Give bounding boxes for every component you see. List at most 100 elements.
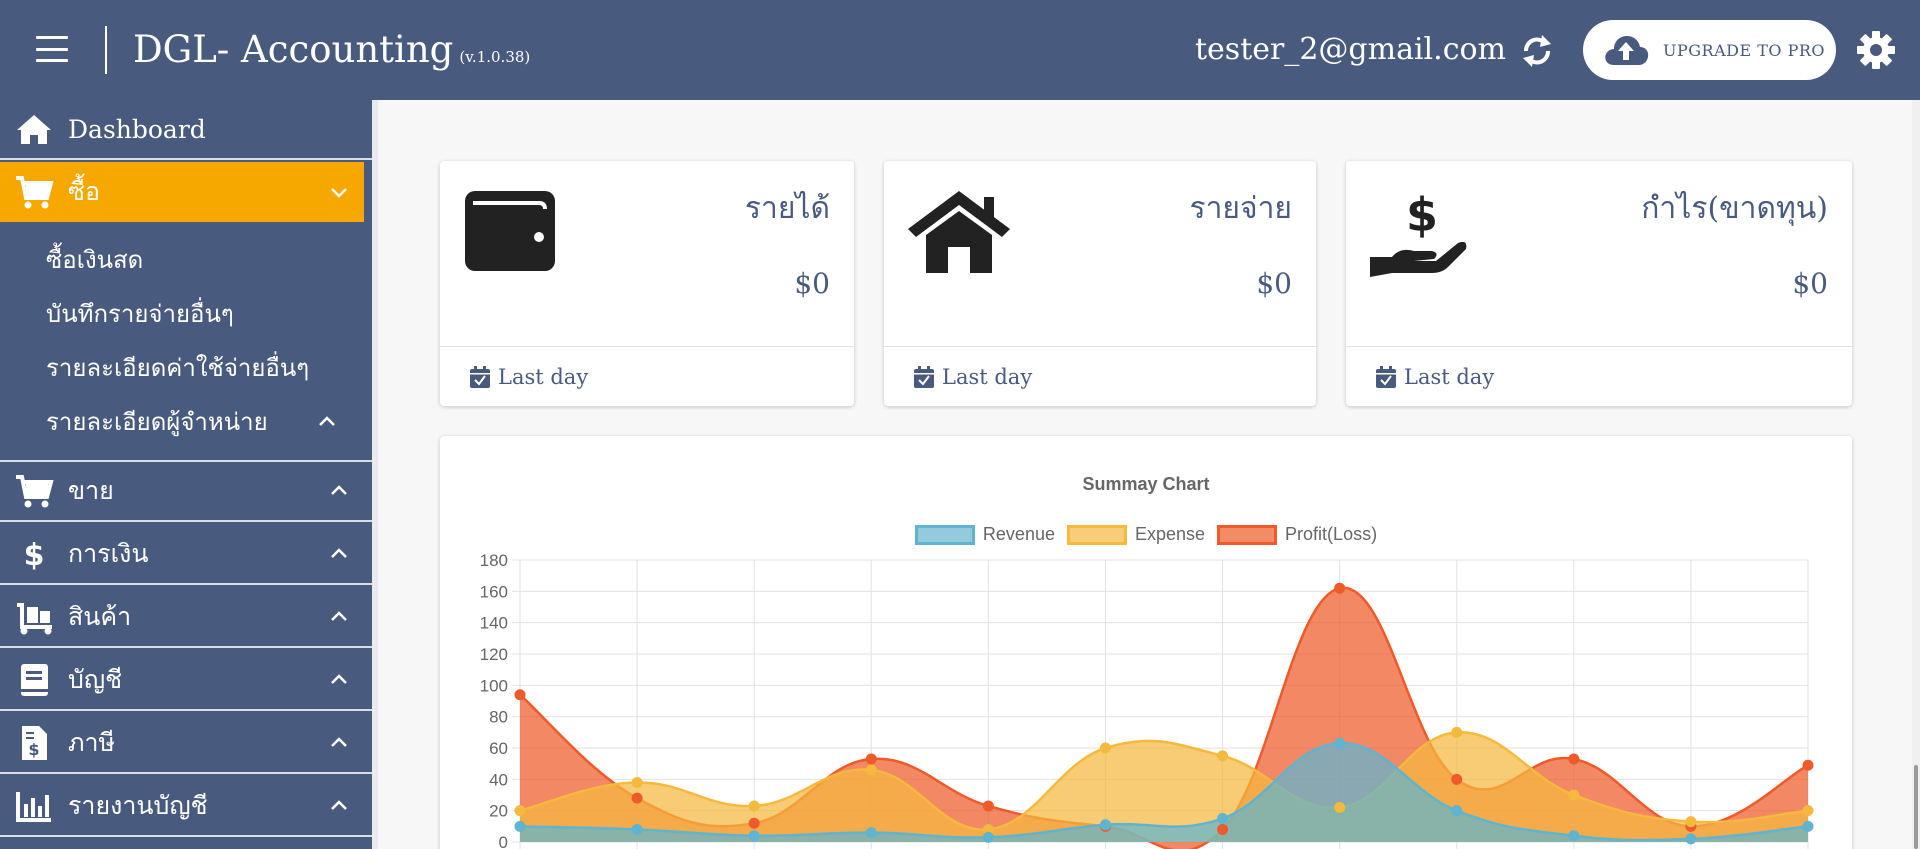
refresh-icon[interactable] (1520, 32, 1554, 70)
card-title: รายได้ (744, 191, 830, 226)
card-footer-label: Last day (498, 364, 589, 389)
sidebar-item-label: Dashboard (68, 114, 206, 144)
point-expense (1217, 750, 1229, 762)
point-expense (1802, 805, 1814, 817)
card-value: $0 (1256, 267, 1292, 300)
point-profit (514, 689, 526, 701)
card-title: กำไร(ขาดทุน) (1641, 191, 1828, 226)
chevron-up-icon (331, 485, 347, 495)
point-revenue (865, 827, 877, 839)
legend-item-expense[interactable]: Expense (1066, 524, 1205, 545)
chart-legend: Revenue Expense Profit(Loss) (440, 524, 1852, 545)
header-divider (105, 26, 107, 74)
point-expense (1099, 742, 1111, 754)
summary-chart: 0 20 40 60 80 100 120 140 160 180 (480, 551, 1814, 849)
sidebar-item-label: การเงิน (68, 539, 149, 568)
card-value: $0 (1792, 267, 1828, 300)
card-footer: Last day (1346, 346, 1852, 406)
sidebar-item-products[interactable]: สินค้า (0, 588, 372, 648)
sidebar-item-label: ภาษี (68, 728, 115, 757)
point-expense (865, 764, 877, 776)
svg-text:$: $ (24, 538, 45, 573)
point-profit (1568, 753, 1580, 765)
cart-icon (16, 176, 54, 209)
submenu-vendor-detail[interactable]: รายละเอียดผู้จำหน่าย (46, 404, 268, 440)
submenu-other-expense[interactable]: บันทึกรายจ่ายอื่นๆ (46, 296, 234, 332)
point-revenue (1451, 805, 1463, 817)
scrollbar-thumb[interactable] (1914, 765, 1918, 849)
legend-label: Profit(Loss) (1285, 524, 1378, 544)
chevron-up-icon[interactable] (315, 410, 339, 434)
menu-toggle-icon[interactable] (36, 36, 68, 62)
sidebar-item-tax[interactable]: $ ภาษี (0, 714, 372, 774)
point-revenue (748, 830, 760, 842)
sidebar-item-label: สินค้า (68, 602, 132, 631)
card-footer: Last day (440, 346, 854, 406)
y-tick-label: 0 (499, 833, 508, 849)
point-profit (748, 817, 760, 829)
sidebar-item-reports[interactable]: รายงานบัญชี (0, 777, 372, 837)
cart-icon (16, 475, 54, 508)
point-revenue (1568, 830, 1580, 842)
chevron-up-icon (331, 611, 347, 621)
point-revenue (631, 823, 643, 835)
chevron-up-icon (331, 800, 347, 810)
card-footer-label: Last day (1404, 364, 1495, 389)
submenu-expense-detail[interactable]: รายละเอียดค่าใช้จ่ายอื่นๆ (46, 350, 309, 386)
gear-icon[interactable] (1856, 30, 1896, 70)
revenue-card: รายได้ $0 Last day (440, 161, 854, 406)
submenu-cash-purchase[interactable]: ซื้อเงินสด (46, 242, 143, 278)
y-tick-label: 160 (480, 582, 508, 601)
y-tick-label: 100 (480, 676, 508, 695)
legend-item-revenue[interactable]: Revenue (914, 524, 1055, 545)
chart-bar-icon (16, 792, 51, 822)
point-profit (865, 753, 877, 765)
upgrade-button[interactable]: UPGRADE TO PRO (1583, 20, 1836, 80)
point-profit (1802, 759, 1814, 771)
chevron-down-icon (331, 188, 347, 198)
home-icon (17, 115, 51, 144)
y-tick-label: 20 (489, 802, 508, 821)
page-scrollbar[interactable] (1912, 100, 1920, 849)
app-title: DGL- Accounting (v.1.0.38) (133, 26, 530, 81)
point-revenue (1334, 737, 1346, 749)
cloud-upload-icon (1605, 36, 1649, 65)
upgrade-label: UPGRADE TO PRO (1663, 40, 1826, 60)
point-expense (1334, 802, 1346, 814)
svg-text:$: $ (1406, 188, 1438, 242)
sidebar-item-sell[interactable]: ขาย (0, 462, 372, 522)
hand-dollar-icon: $ (1370, 188, 1467, 277)
chevron-up-icon (331, 737, 347, 747)
point-expense (1568, 789, 1580, 801)
point-expense (514, 805, 526, 817)
point-revenue (982, 831, 994, 843)
sidebar-item-purchase[interactable]: ซื้อ (0, 162, 364, 222)
sidebar-item-dashboard[interactable]: Dashboard (0, 100, 372, 160)
sidebar-item-label: ซื้อ (68, 177, 100, 206)
card-footer: Last day (884, 346, 1316, 406)
book-icon (21, 664, 48, 696)
point-profit (1217, 823, 1229, 835)
expense-card: รายจ่าย $0 Last day (884, 161, 1316, 406)
y-tick-label: 60 (489, 739, 508, 758)
svg-text:$: $ (28, 740, 39, 759)
sidebar-item-accounts[interactable]: บัญชี (0, 651, 372, 711)
legend-swatch (1217, 524, 1278, 545)
chevron-up-icon (331, 674, 347, 684)
y-tick-label: 80 (489, 708, 508, 727)
legend-swatch (1066, 524, 1127, 545)
point-profit (631, 792, 643, 804)
brand-name: DGL- Accounting (133, 28, 454, 71)
dollar-icon: $ (24, 538, 45, 573)
y-tick-label: 120 (480, 645, 508, 664)
sidebar-item-finance[interactable]: $ การเงิน (0, 525, 372, 585)
calendar-check-icon (914, 365, 934, 388)
legend-item-profit[interactable]: Profit(Loss) (1217, 524, 1377, 545)
chevron-up-icon (331, 548, 347, 558)
sidebar-item-label: บัญชี (68, 665, 123, 694)
y-tick-label: 40 (489, 770, 508, 789)
point-revenue (1099, 819, 1111, 831)
y-tick-label: 180 (480, 551, 508, 570)
card-title: รายจ่าย (1189, 191, 1292, 226)
sidebar: Dashboard ซื้อ ซื้อเงินสด บันทึกรายจ่ายอ… (0, 100, 378, 849)
